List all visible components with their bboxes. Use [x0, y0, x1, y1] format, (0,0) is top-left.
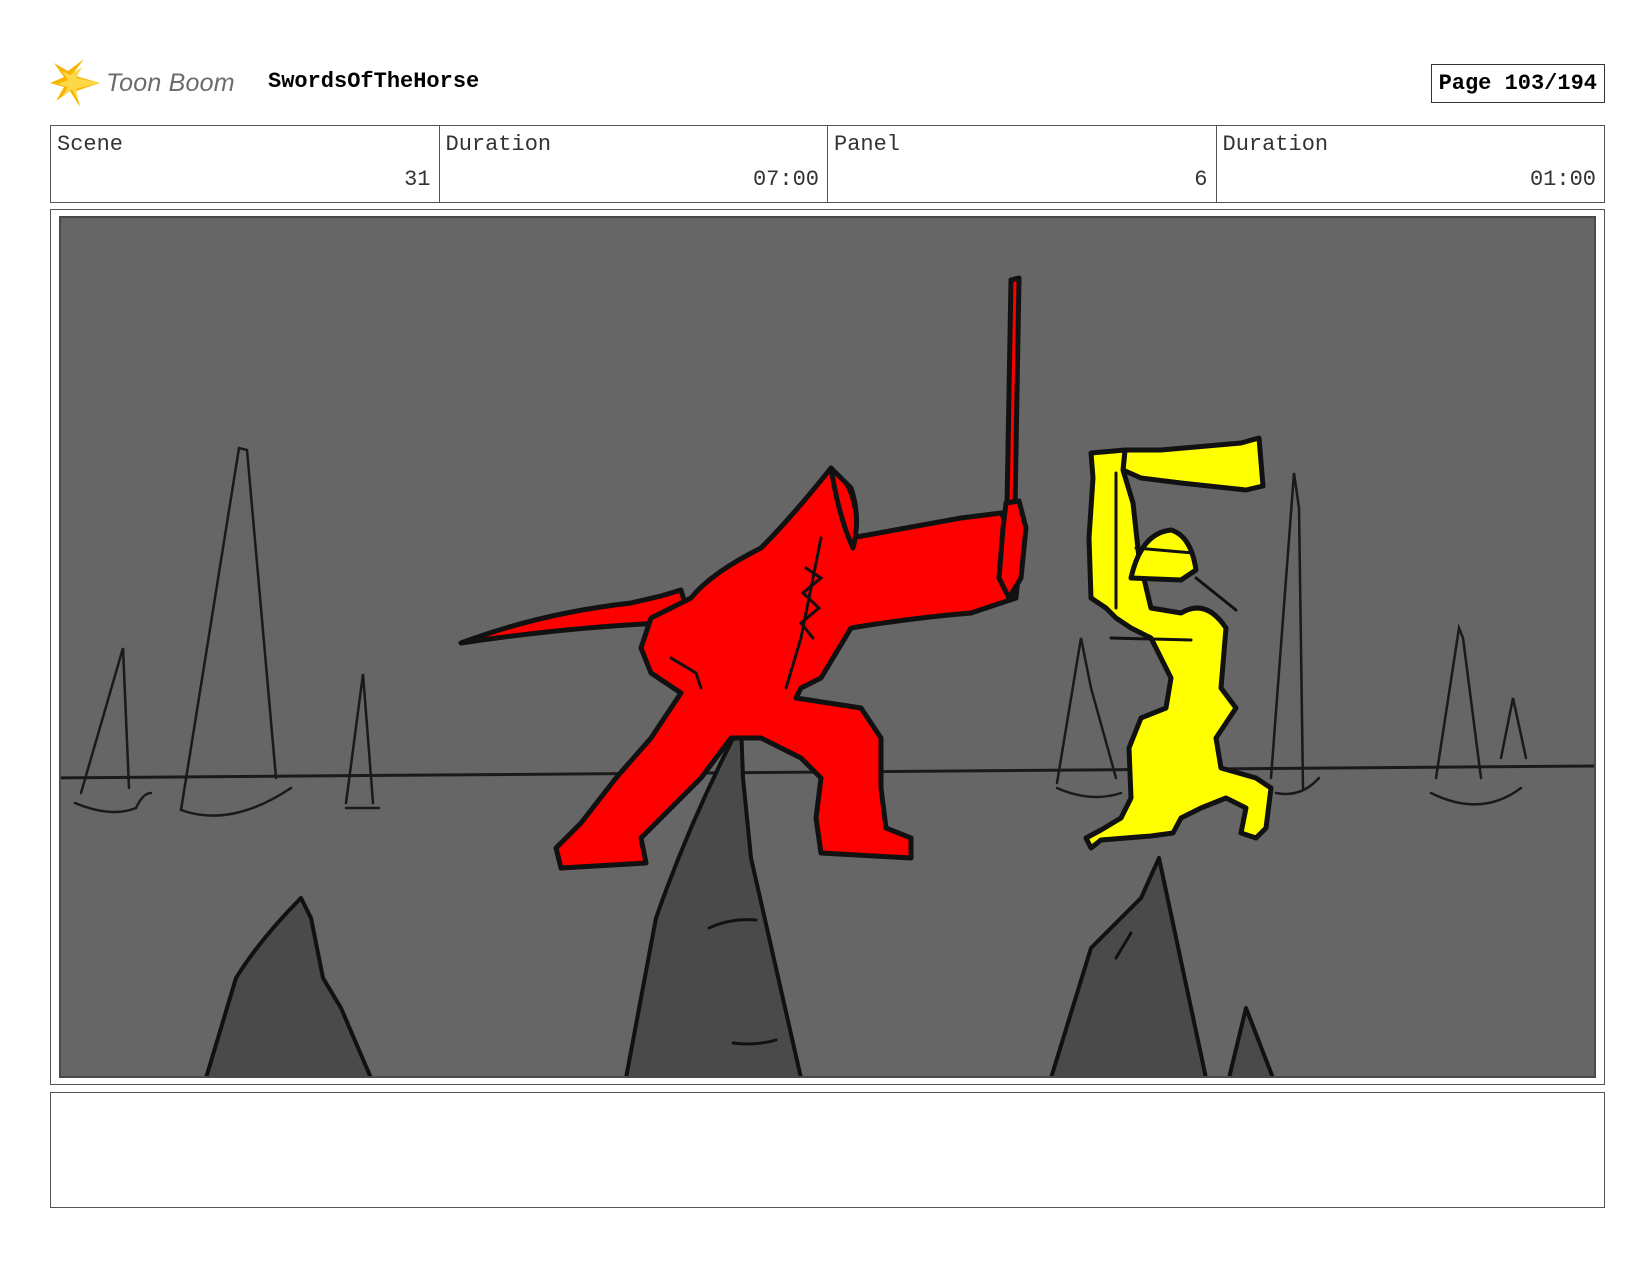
storyboard-panel-frame: [50, 209, 1605, 1085]
panel-label: Panel: [834, 132, 901, 157]
panel-duration-cell: Duration 01:00: [1217, 126, 1605, 202]
scene-duration-cell: Duration 07:00: [440, 126, 828, 202]
scene-value: 31: [404, 167, 431, 192]
panel-drawing: [61, 218, 1594, 1076]
scene-duration-value: 07:00: [752, 167, 819, 192]
panel-duration-label: Duration: [1222, 132, 1329, 157]
scene-info-table: Scene 31 Duration 07:00 Panel 6 Duration…: [50, 125, 1605, 203]
panel-value: 6: [1194, 167, 1208, 192]
starburst-icon: [50, 59, 100, 107]
header: Toon Boom SwordsOfTheHorse Page 103/194: [50, 55, 1605, 111]
storyboard-panel-image: [59, 216, 1596, 1078]
project-title: SwordsOfTheHorse: [268, 69, 480, 94]
scene-label: Scene: [57, 132, 124, 157]
scene-cell: Scene 31: [51, 126, 440, 202]
scene-duration-label: Duration: [445, 132, 552, 157]
panel-notes-box: [50, 1092, 1605, 1208]
toon-boom-logo: Toon Boom: [50, 57, 235, 109]
panel-cell: Panel 6: [828, 126, 1217, 202]
logo-text: Toon Boom: [106, 68, 235, 97]
page-indicator: Page 103/194: [1430, 64, 1605, 103]
panel-duration-value: 01:00: [1529, 167, 1596, 192]
